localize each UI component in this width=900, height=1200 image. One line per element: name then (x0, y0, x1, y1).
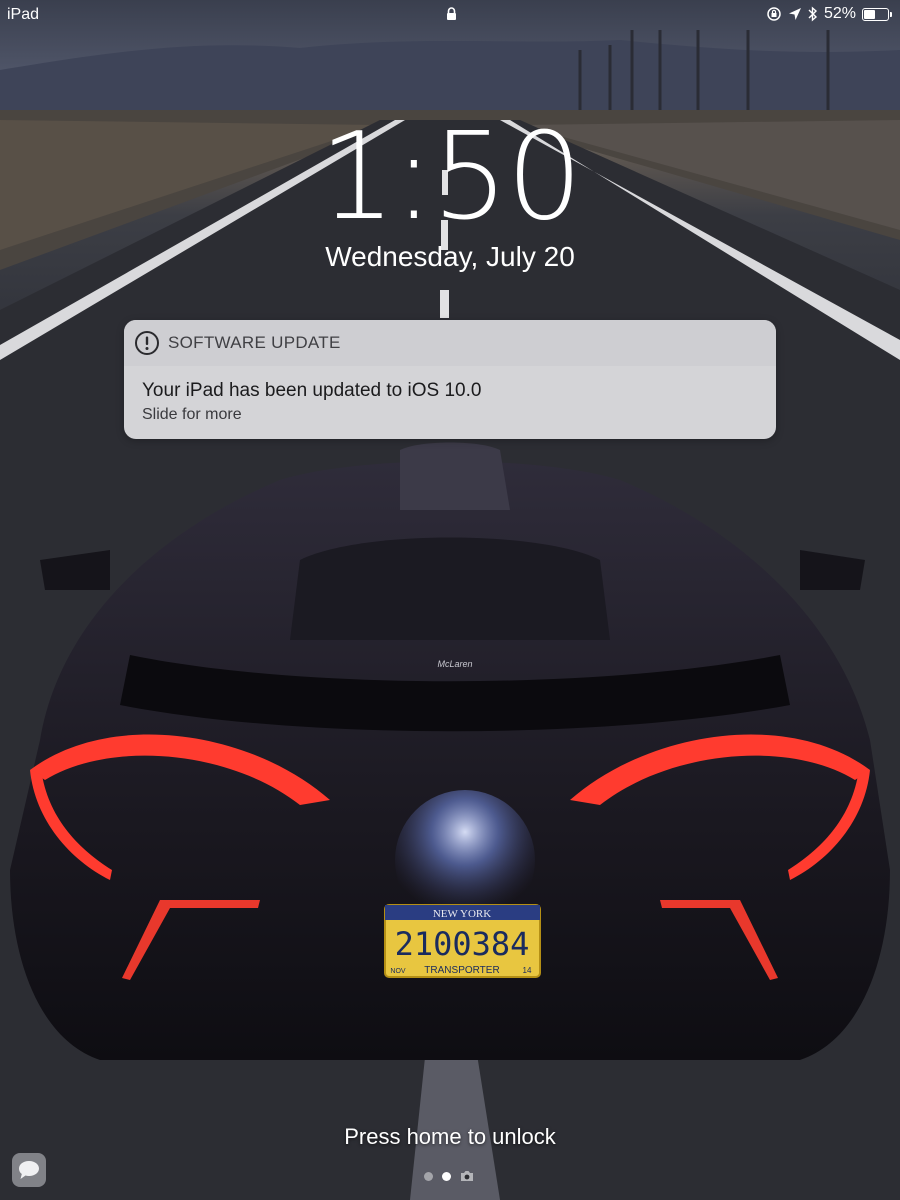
notification-title: Your iPad has been updated to iOS 10.0 (142, 380, 482, 401)
lock-screen-date: Wednesday, July 20 (325, 241, 575, 272)
bluetooth-icon (808, 6, 817, 22)
battery-level-fill (864, 9, 875, 19)
wallpaper-mountains (0, 30, 900, 120)
notification-app-name: SOFTWARE UPDATE (168, 333, 341, 352)
lock-screen: NEW YORK 2100384 TRANSPORTER NOV 14 McLa… (0, 0, 900, 1200)
notification-card[interactable]: SOFTWARE UPDATE Your iPad has been updat… (124, 320, 776, 439)
page-dot (424, 1171, 433, 1181)
wallpaper-car: NEW YORK 2100384 TRANSPORTER NOV 14 McLa… (10, 442, 890, 1060)
lock-screen-time: 1:50 (319, 108, 582, 247)
plate-state-text: NEW YORK (433, 908, 491, 920)
camera-icon[interactable] (460, 1170, 474, 1182)
plate-number-text: 2100384 (395, 925, 530, 963)
device-name: iPad (7, 6, 40, 23)
notification-subtitle: Slide for more (142, 406, 242, 423)
rotation-lock-icon (767, 7, 781, 21)
page-dot-active (442, 1171, 451, 1181)
battery-tip (890, 11, 892, 17)
location-arrow-icon (788, 8, 801, 20)
unlock-hint: Press home to unlock (344, 1124, 556, 1149)
status-bar: iPad 52% (0, 0, 900, 30)
battery-icon (862, 7, 889, 21)
brand-badge-text: McLaren (437, 659, 472, 669)
page-indicator (424, 1170, 474, 1182)
status-right-group: 52% (766, 5, 892, 23)
plate-year-text: 14 (523, 966, 532, 975)
battery-percent: 52% (823, 5, 856, 22)
lock-icon (447, 7, 456, 20)
plate-month-text: NOV (390, 968, 406, 975)
exclamation-circle-icon (135, 331, 159, 355)
notification-header: SOFTWARE UPDATE (124, 320, 776, 366)
plate-bottom-text: TRANSPORTER (424, 965, 499, 976)
message-bubble-icon[interactable] (12, 1153, 46, 1187)
